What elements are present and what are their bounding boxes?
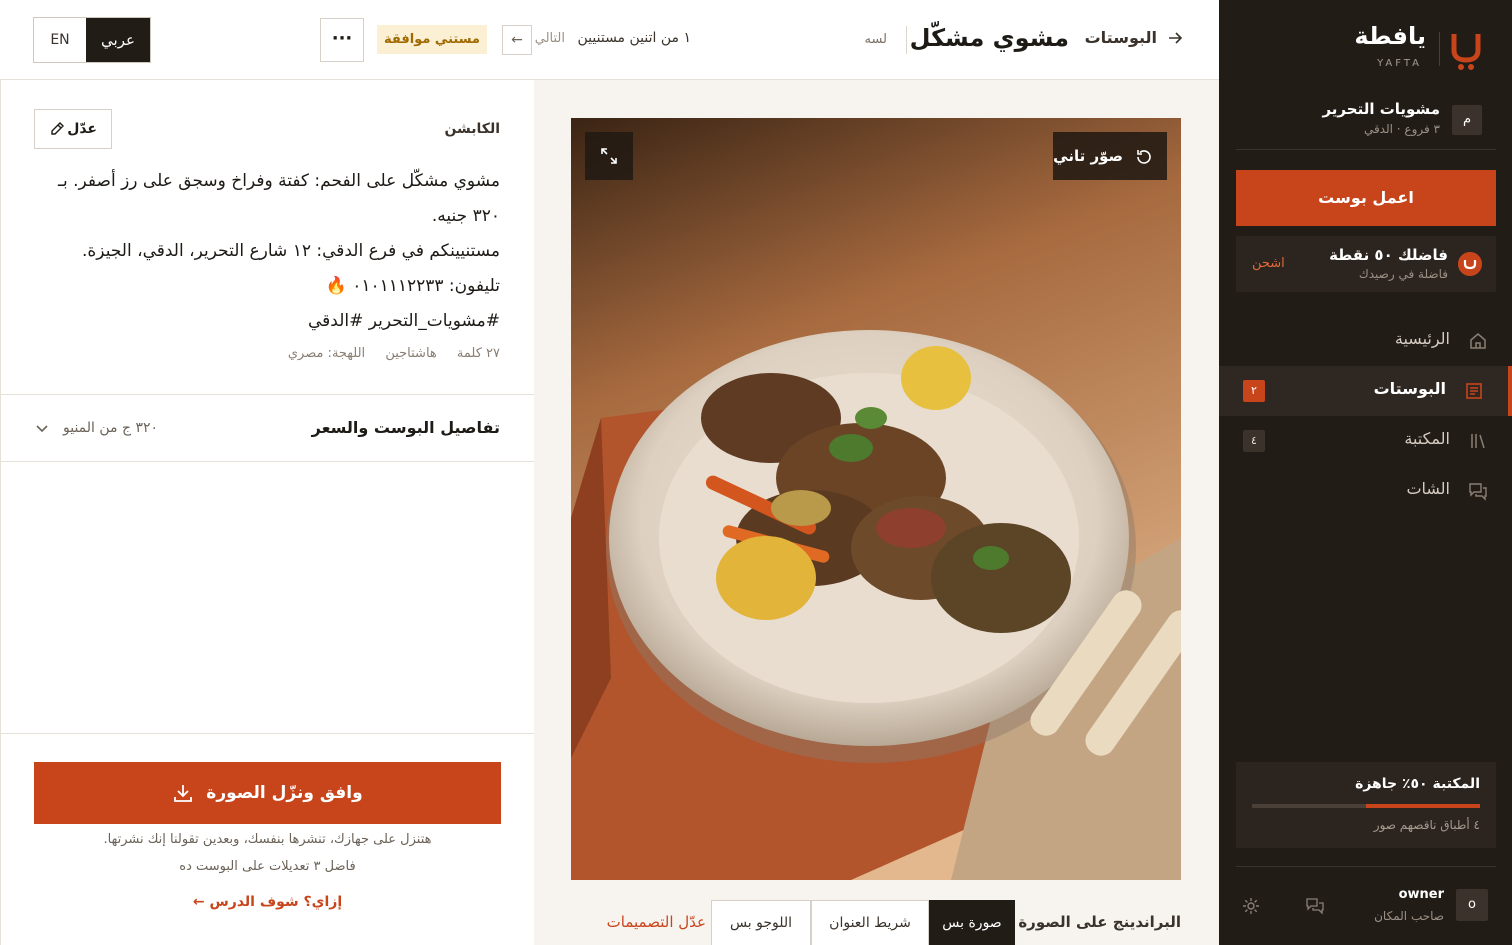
nav-label: المكتبة <box>1404 429 1450 448</box>
caption-label: الكابشن <box>444 121 500 137</box>
queue-progress: ١ من اتنين مستنيين <box>577 30 691 46</box>
recharge-link[interactable]: اشحن <box>1252 256 1285 271</box>
lang-english-option[interactable]: EN <box>34 18 86 62</box>
approve-note: هتنزل على جهازك، تنشرها بنفسك، وبعدين تق… <box>103 832 432 847</box>
approve-download-button[interactable]: وافق ونزّل الصورة <box>34 762 501 824</box>
caption-text: مشوي مشكّل على الفحم: كفتة وفراخ وسجق عل… <box>30 164 500 339</box>
brand[interactable]: يافطة YAFTA <box>1246 22 1482 72</box>
more-options-button[interactable]: ··· <box>320 18 364 62</box>
nav-item-library[interactable]: المكتبة ٤ <box>1219 416 1512 466</box>
next-post-link[interactable]: التالي <box>535 31 565 46</box>
branch-meta: ٣ فروع · الدقي <box>1363 122 1440 136</box>
pencil-icon <box>51 122 64 135</box>
brand-latin: YAFTA <box>1377 58 1422 69</box>
avatar[interactable]: o <box>1456 889 1488 921</box>
chevron-down-icon[interactable] <box>34 420 50 436</box>
edit-caption-button[interactable]: عدّل <box>34 109 112 149</box>
hashtag-count: هاشتاجين <box>385 346 437 361</box>
user-name: owner <box>1398 887 1444 902</box>
expand-image-button[interactable] <box>585 132 633 180</box>
caption-line: تليفون: ٠١٠١١١٢٢٣٣ 🔥 <box>325 276 500 296</box>
branding-option-logo-only[interactable]: اللوجو بس <box>711 900 811 945</box>
nav-item-posts[interactable]: البوستات ٢ <box>1219 366 1512 416</box>
library-progress-fill <box>1366 804 1480 808</box>
divider <box>1 394 534 395</box>
post-details-toggle[interactable]: تفاصيل البوست والسعر <box>312 418 500 437</box>
menu-price: ٣٢٠ ج من المنيو <box>63 420 159 436</box>
yafta-logo-icon <box>1451 34 1481 70</box>
page-title: مشوي مشكّل <box>909 24 1069 52</box>
nav-badge: ٤ <box>1243 430 1265 452</box>
divider <box>1 461 534 462</box>
reshoot-label: صوّر تاني <box>1053 147 1123 165</box>
lesson-link[interactable]: إزاي؟ شوف الدرس ← <box>1 894 534 910</box>
branch-name: مشويات التحرير <box>1322 100 1440 118</box>
reshoot-button[interactable]: صوّر تاني <box>1053 132 1167 180</box>
credits-title: فاضلك ٥٠ نقطة <box>1329 246 1448 264</box>
create-post-button[interactable]: اعمل بوست <box>1236 170 1496 226</box>
image-preview-panel: صوّر تاني البراندينج على الصورة صورة بس … <box>534 80 1219 945</box>
word-count: ٢٧ كلمة <box>456 346 500 361</box>
topbar: البوستات مشوي مشكّل لسه ١ من اتنين مستني… <box>0 0 1219 80</box>
library-icon <box>1471 434 1485 449</box>
branch-switcher[interactable]: م مشويات التحرير ٣ فروع · الدقي <box>1236 90 1496 150</box>
caption-meta: ٢٧ كلمة هاشتاجين اللهجة: مصري <box>272 346 500 361</box>
coin-icon <box>1458 252 1482 276</box>
user-row: o owner صاحب المكان <box>1236 866 1496 936</box>
nav-label: الرئيسية <box>1394 329 1450 348</box>
posts-icon <box>1466 383 1482 399</box>
arrow-right-icon[interactable] <box>1167 30 1183 46</box>
dialect: اللهجة: مصري <box>287 346 366 361</box>
post-status: لسه <box>864 32 887 47</box>
branding-label: البراندينج على الصورة <box>1018 913 1181 931</box>
branch-avatar: م <box>1452 105 1482 135</box>
brand-divider <box>1439 32 1440 66</box>
nav-item-home[interactable]: الرئيسية <box>1219 316 1512 366</box>
library-progress-subtitle: ٤ أطباق ناقصهم صور <box>1373 818 1480 832</box>
brand-name: يافطة <box>1354 22 1426 50</box>
expand-icon <box>601 148 617 164</box>
nav-label: البوستات <box>1373 379 1446 398</box>
credits-subtitle: فاضلة في رصيدك <box>1358 267 1448 281</box>
chat-icon <box>1469 483 1487 501</box>
feedback-icon[interactable] <box>1306 897 1324 915</box>
divider <box>1 733 534 734</box>
lang-arabic-option[interactable]: عربي <box>86 18 150 62</box>
library-progress-title: المكتبة ٥٠٪ جاهزة <box>1355 776 1480 792</box>
nav-badge: ٢ <box>1243 380 1265 402</box>
home-icon <box>1470 333 1486 349</box>
status-badge: مستني موافقة <box>377 25 487 54</box>
title-divider <box>906 26 907 54</box>
back-to-posts-link[interactable]: البوستات <box>1085 28 1157 47</box>
caption-line: مشوي مشكّل على الفحم: كفتة وفراخ وسجق عل… <box>58 171 500 226</box>
caption-panel: الكابشن عدّل مشوي مشكّل على الفحم: كفتة … <box>0 80 534 945</box>
library-progress-bar <box>1252 804 1480 808</box>
dish-photo-illustration <box>571 118 1181 880</box>
branding-option-image-only[interactable]: صورة بس <box>929 900 1015 945</box>
nav-item-chat[interactable]: الشات <box>1219 466 1512 516</box>
branding-option-title-bar[interactable]: شريط العنوان <box>811 900 929 945</box>
sidebar: يافطة YAFTA م مشويات التحرير ٣ فروع · ال… <box>1219 0 1512 945</box>
user-role: صاحب المكان <box>1374 909 1444 923</box>
refresh-icon <box>1137 150 1151 164</box>
approve-download-label: وافق ونزّل الصورة <box>206 783 363 803</box>
language-switcher: عربي EN <box>33 17 151 63</box>
caption-line: #مشويات_التحرير #الدقي <box>308 311 500 331</box>
gear-icon[interactable] <box>1242 897 1260 915</box>
prev-post-button[interactable]: ← <box>502 25 532 55</box>
credits-card: فاضلك ٥٠ نقطة فاضلة في رصيدك اشحن <box>1236 236 1496 292</box>
edit-caption-label: عدّل <box>67 121 97 137</box>
edit-designs-link[interactable]: عدّل التصميمات <box>607 913 706 931</box>
dish-photo: صوّر تاني <box>571 118 1181 880</box>
library-progress-card[interactable]: المكتبة ٥٠٪ جاهزة ٤ أطباق ناقصهم صور <box>1236 762 1496 848</box>
nav-label: الشات <box>1406 479 1450 498</box>
download-icon <box>174 785 193 802</box>
caption-line: مستنيينكم في فرع الدقي: ١٢ شارع التحرير،… <box>82 241 500 261</box>
edits-remaining-note: فاضل ٣ تعديلات على البوست ده <box>179 859 356 874</box>
